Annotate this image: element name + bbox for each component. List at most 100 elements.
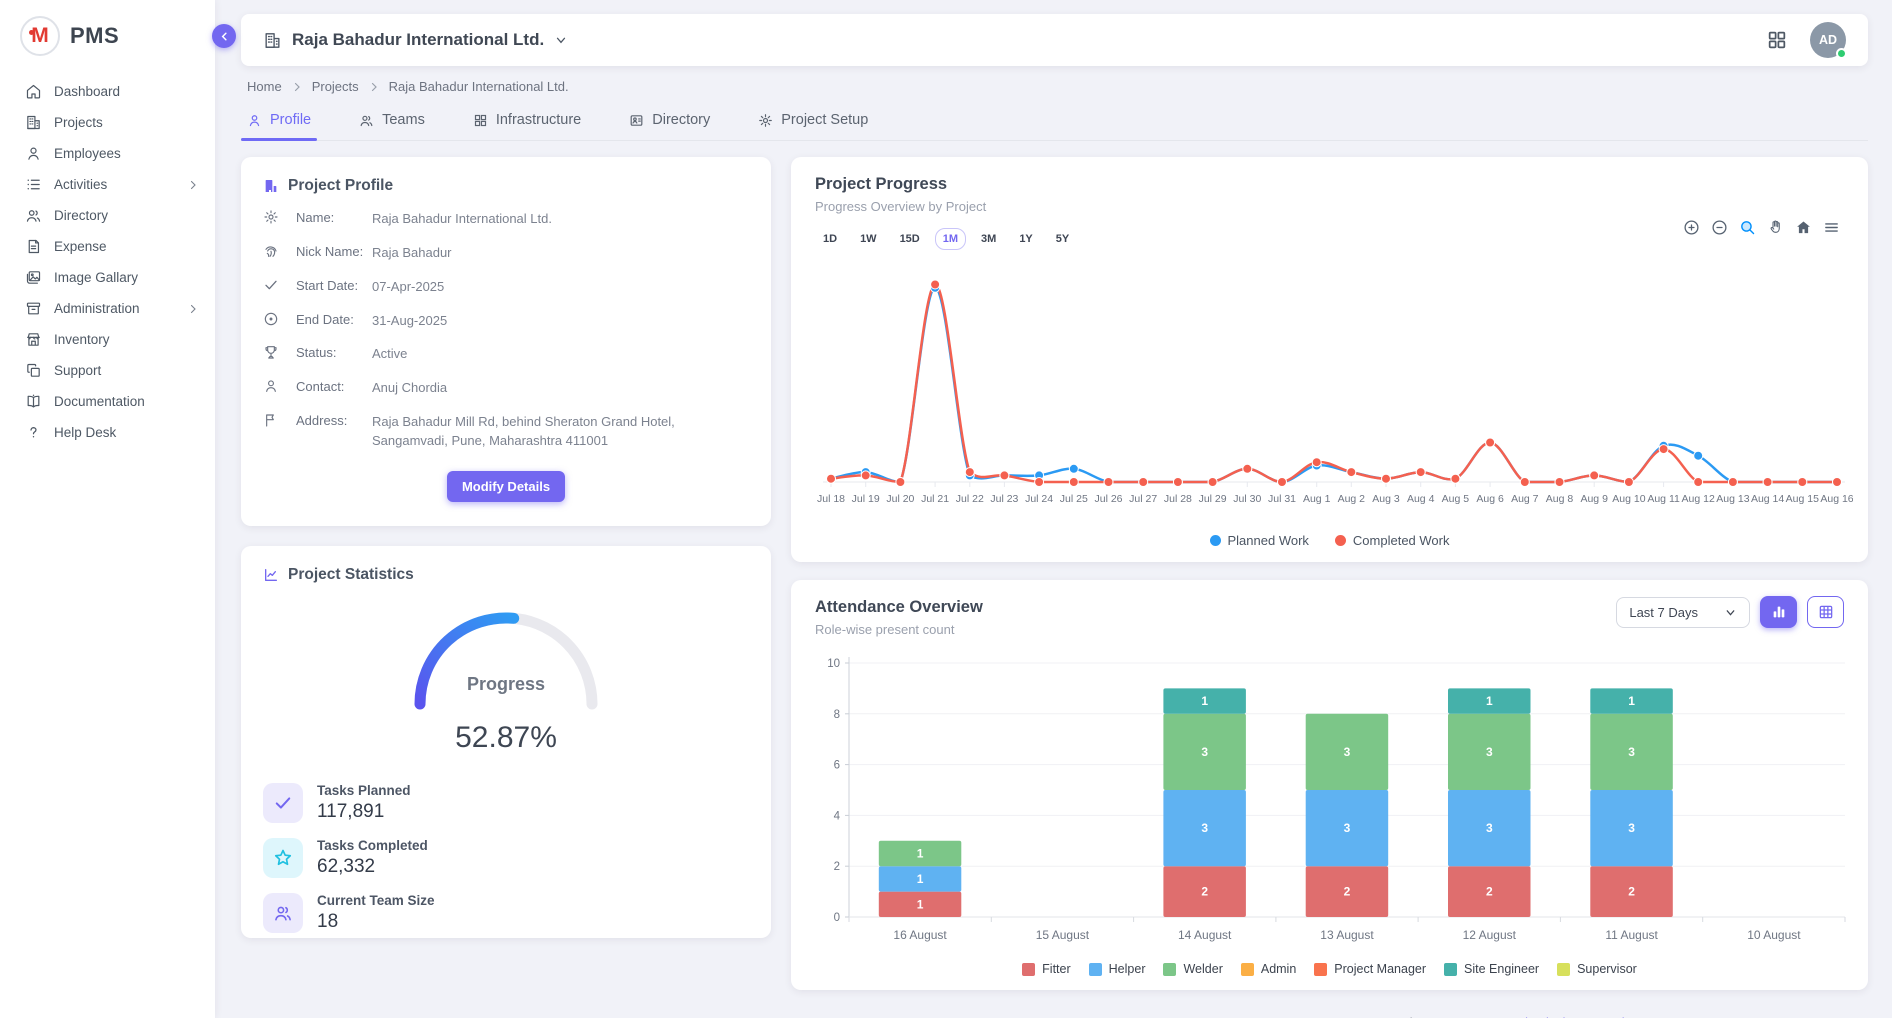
zoom-in-icon[interactable] xyxy=(1683,219,1700,236)
app-logo[interactable]: M PMS xyxy=(0,0,215,70)
field-value: Active xyxy=(372,344,749,364)
sidebar-item-directory[interactable]: Directory xyxy=(0,200,215,231)
field-address: Address: Raja Bahadur Mill Rd, behind Sh… xyxy=(263,412,749,451)
modify-details-button[interactable]: Modify Details xyxy=(447,471,565,502)
sidebar-collapse-button[interactable] xyxy=(212,24,236,48)
svg-text:2: 2 xyxy=(1344,885,1351,899)
sidebar-item-administration[interactable]: Administration xyxy=(0,293,215,324)
legend-label: Completed Work xyxy=(1353,533,1450,548)
tab-infrastructure[interactable]: Infrastructure xyxy=(471,102,583,140)
attendance-bar-chart: 024681016 August11115 August14 August233… xyxy=(815,651,1853,953)
selection-zoom-icon[interactable] xyxy=(1739,219,1756,236)
svg-text:Jul 29: Jul 29 xyxy=(1199,493,1227,505)
legend-item[interactable]: Fitter xyxy=(1022,962,1070,976)
tab-label: Profile xyxy=(270,112,311,128)
legend-swatch xyxy=(1557,963,1570,976)
project-statistics-card: Project Statistics Progress 52.87% Tasks… xyxy=(241,546,771,938)
tab-label: Teams xyxy=(382,112,425,128)
svg-text:10 August: 10 August xyxy=(1747,928,1801,942)
svg-text:Aug 3: Aug 3 xyxy=(1372,493,1400,505)
legend-label: Planned Work xyxy=(1228,533,1309,548)
svg-text:8: 8 xyxy=(834,709,840,721)
svg-text:Jul 30: Jul 30 xyxy=(1233,493,1261,505)
people-icon xyxy=(273,903,293,923)
range-1d[interactable]: 1D xyxy=(815,228,845,250)
company-selector[interactable]: Raja Bahadur International Ltd. xyxy=(263,30,568,50)
legend-item[interactable]: Completed Work xyxy=(1335,533,1450,548)
sidebar-item-activities[interactable]: Activities xyxy=(0,169,215,200)
sidebar-item-label: Dashboard xyxy=(54,84,120,99)
home-icon xyxy=(25,83,42,100)
legend-item[interactable]: Planned Work xyxy=(1210,533,1309,548)
app-name: PMS xyxy=(70,23,119,49)
breadcrumb-home[interactable]: Home xyxy=(247,79,282,94)
sidebar-item-documentation[interactable]: Documentation xyxy=(0,386,215,417)
svg-text:12 August: 12 August xyxy=(1463,928,1517,942)
date-range-select[interactable]: Last 7 Days xyxy=(1616,597,1750,628)
svg-text:6: 6 xyxy=(834,760,840,772)
sidebar-item-expense[interactable]: Expense xyxy=(0,231,215,262)
apps-grid-icon[interactable] xyxy=(1766,29,1788,51)
tab-directory[interactable]: Directory xyxy=(627,102,712,140)
chevron-right-icon xyxy=(291,81,303,93)
sidebar: M PMS Dashboard Projects Employees Activ… xyxy=(0,0,215,1018)
progress-line-chart[interactable]: Jul 18Jul 19Jul 20Jul 21Jul 22Jul 23Jul … xyxy=(815,254,1853,522)
tab-teams[interactable]: Teams xyxy=(357,102,427,140)
legend-swatch xyxy=(1241,963,1254,976)
gauge-arc: Progress xyxy=(391,598,621,712)
stat-value: 18 xyxy=(317,911,435,933)
field-value: Anuj Chordia xyxy=(372,378,749,398)
legend-item[interactable]: Supervisor xyxy=(1557,962,1637,976)
range-1y[interactable]: 1Y xyxy=(1011,228,1040,250)
range-1m[interactable]: 1M xyxy=(935,228,966,250)
field-label: Status: xyxy=(296,344,372,360)
range-1w[interactable]: 1W xyxy=(852,228,885,250)
home-reset-icon[interactable] xyxy=(1795,219,1812,236)
field-value: Raja Bahadur Mill Rd, behind Sheraton Gr… xyxy=(372,412,749,451)
svg-text:Aug 7: Aug 7 xyxy=(1511,493,1539,505)
svg-text:Aug 16: Aug 16 xyxy=(1820,493,1853,505)
check-icon xyxy=(273,793,293,813)
svg-text:3: 3 xyxy=(1344,821,1351,835)
legend-label: Supervisor xyxy=(1577,962,1637,976)
svg-text:Aug 11: Aug 11 xyxy=(1647,493,1680,505)
chart-line-icon xyxy=(263,567,279,583)
legend-item[interactable]: Admin xyxy=(1241,962,1296,976)
svg-text:3: 3 xyxy=(1628,745,1635,759)
sidebar-item-projects[interactable]: Projects xyxy=(0,107,215,138)
tab-project-setup[interactable]: Project Setup xyxy=(756,102,870,140)
svg-text:Aug 4: Aug 4 xyxy=(1407,493,1435,505)
field-label: Start Date: xyxy=(296,277,372,293)
pan-hand-icon[interactable] xyxy=(1767,219,1784,236)
legend-swatch xyxy=(1210,535,1221,546)
tab-profile[interactable]: Profile xyxy=(245,102,313,140)
list-icon xyxy=(25,176,42,193)
stat-team-size: Current Team Size 18 xyxy=(263,893,749,933)
svg-text:Progress: Progress xyxy=(467,674,545,694)
svg-text:16 August: 16 August xyxy=(893,928,947,942)
sidebar-item-dashboard[interactable]: Dashboard xyxy=(0,76,215,107)
user-avatar[interactable]: AD xyxy=(1810,22,1846,58)
legend-item[interactable]: Welder xyxy=(1163,962,1222,976)
receipt-icon xyxy=(25,238,42,255)
range-3m[interactable]: 3M xyxy=(973,228,1004,250)
zoom-out-icon[interactable] xyxy=(1711,219,1728,236)
legend-item[interactable]: Project Manager xyxy=(1314,962,1426,976)
sidebar-item-inventory[interactable]: Inventory xyxy=(0,324,215,355)
bar-chart-view-button[interactable] xyxy=(1760,596,1797,628)
grid-icon xyxy=(473,113,488,128)
sidebar-item-help-desk[interactable]: Help Desk xyxy=(0,417,215,448)
menu-icon[interactable] xyxy=(1823,219,1840,236)
stat-label: Tasks Planned xyxy=(317,783,411,798)
legend-item[interactable]: Helper xyxy=(1089,962,1146,976)
sidebar-item-employees[interactable]: Employees xyxy=(0,138,215,169)
sidebar-item-image-gallery[interactable]: Image Gallary xyxy=(0,262,215,293)
table-view-button[interactable] xyxy=(1807,596,1844,628)
svg-text:10: 10 xyxy=(827,658,840,670)
breadcrumb-projects[interactable]: Projects xyxy=(312,79,359,94)
sidebar-item-support[interactable]: Support xyxy=(0,355,215,386)
range-15d[interactable]: 15D xyxy=(892,228,928,250)
legend-item[interactable]: Site Engineer xyxy=(1444,962,1539,976)
building-icon xyxy=(25,114,42,131)
range-5y[interactable]: 5Y xyxy=(1048,228,1077,250)
